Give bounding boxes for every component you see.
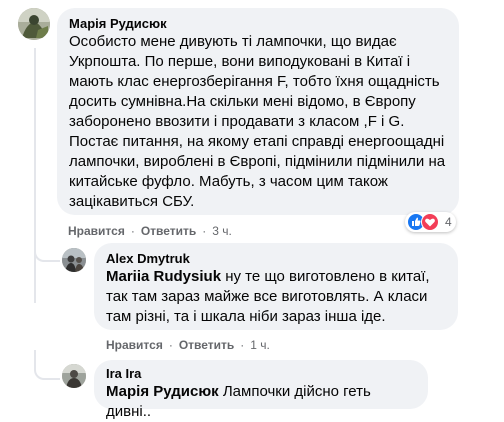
comment-actions: Нравится · Ответить · 1 ч.: [106, 338, 270, 352]
thread-connector: [34, 350, 60, 380]
comment-text: Марія Рудисюк Лампочки дійсно геть дивні…: [106, 382, 416, 422]
comment-author[interactable]: Alex Dmytruk: [106, 251, 446, 267]
thread-connector: [34, 232, 60, 262]
comment-text: Mariia Rudysiuk ну те що виготовлено в к…: [106, 267, 446, 327]
love-reaction-icon: [421, 213, 439, 231]
reactions-summary[interactable]: 4: [405, 212, 456, 232]
comment-author[interactable]: Марія Рудисюк: [69, 16, 447, 32]
reply-button[interactable]: Ответить: [179, 338, 234, 352]
timestamp[interactable]: 3 ч.: [212, 224, 232, 238]
comment-text: Особисто мене дивують ті лампочки, що ви…: [69, 33, 446, 210]
separator: ·: [168, 338, 173, 352]
like-button[interactable]: Нравится: [68, 224, 125, 238]
comment-actions: Нравится · Ответить · 3 ч.: [68, 224, 232, 238]
reply-bubble: Alex Dmytruk Mariia Rudysiuk ну те що ви…: [94, 243, 458, 330]
thread-line: [34, 48, 36, 303]
mention-link[interactable]: Марія Рудисюк: [106, 383, 219, 400]
like-button[interactable]: Нравится: [106, 338, 163, 352]
reply-bubble: Ira Ira Марія Рудисюк Лампочки дійсно ге…: [94, 360, 428, 420]
separator: ·: [240, 338, 245, 352]
comment-bubble: Марія Рудисюк Особисто мене дивують ті л…: [57, 8, 459, 215]
reaction-count: 4: [445, 215, 452, 229]
mention-link[interactable]: Mariia Rudysiuk: [106, 268, 221, 285]
avatar[interactable]: [62, 364, 86, 388]
reply-button[interactable]: Ответить: [141, 224, 196, 238]
timestamp[interactable]: 1 ч.: [250, 338, 270, 352]
comment-author[interactable]: Ira Ira: [106, 366, 416, 382]
avatar[interactable]: [62, 248, 86, 272]
avatar[interactable]: [18, 8, 50, 40]
separator: ·: [130, 224, 135, 238]
separator: ·: [202, 224, 207, 238]
